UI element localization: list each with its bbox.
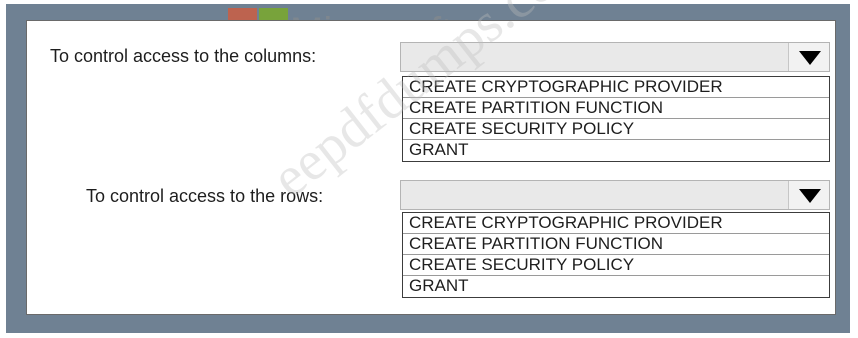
rows-option[interactable]: CREATE SECURITY POLICY	[403, 255, 829, 276]
columns-options-list: CREATE CRYPTOGRAPHIC PROVIDER CREATE PAR…	[402, 76, 830, 162]
columns-option[interactable]: CREATE PARTITION FUNCTION	[403, 98, 829, 119]
rows-dropdown[interactable]	[400, 180, 830, 210]
rows-option[interactable]: CREATE PARTITION FUNCTION	[403, 234, 829, 255]
rows-options-list: CREATE CRYPTOGRAPHIC PROVIDER CREATE PAR…	[402, 212, 830, 298]
rows-option[interactable]: CREATE CRYPTOGRAPHIC PROVIDER	[403, 213, 829, 234]
rows-option[interactable]: GRANT	[403, 276, 829, 297]
chevron-down-icon	[799, 51, 821, 65]
rows-dropdown-toggle[interactable]	[788, 181, 829, 209]
columns-option[interactable]: GRANT	[403, 140, 829, 161]
columns-option[interactable]: CREATE CRYPTOGRAPHIC PROVIDER	[403, 77, 829, 98]
chevron-down-icon	[799, 189, 821, 203]
columns-option[interactable]: CREATE SECURITY POLICY	[403, 119, 829, 140]
columns-dropdown-toggle[interactable]	[788, 43, 829, 71]
columns-label: To control access to the columns:	[50, 46, 317, 66]
